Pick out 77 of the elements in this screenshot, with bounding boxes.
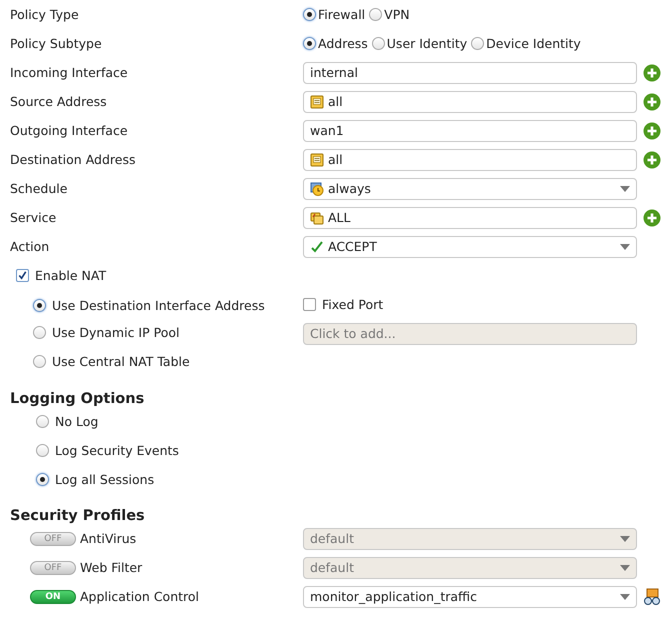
radio-option[interactable]: Address xyxy=(303,36,368,51)
field-value: all xyxy=(328,152,344,167)
radio-button[interactable] xyxy=(303,8,316,21)
dropdown[interactable]: default xyxy=(303,528,637,550)
input-field[interactable]: wan1 xyxy=(303,120,637,142)
radio-button[interactable] xyxy=(36,473,49,486)
radio-option[interactable]: VPN xyxy=(369,7,410,22)
field-value: monitor_application_traffic xyxy=(310,589,478,604)
caret-icon xyxy=(620,594,630,600)
section-title: Security Profiles xyxy=(10,507,146,524)
field-label: Source Address xyxy=(10,94,108,109)
radio-button[interactable] xyxy=(36,444,49,457)
field-label: Schedule xyxy=(10,181,68,196)
service-group-icon xyxy=(310,210,324,224)
field-value: all xyxy=(328,94,344,109)
add-icon[interactable] xyxy=(643,208,661,226)
radio-button[interactable] xyxy=(36,415,49,428)
input-field[interactable]: all xyxy=(303,148,637,170)
checkbox[interactable] xyxy=(16,269,29,282)
caret-icon xyxy=(620,564,630,570)
radio-button[interactable] xyxy=(372,37,385,50)
add-icon[interactable] xyxy=(643,92,661,110)
field-value: ACCEPT xyxy=(328,239,378,254)
dropdown[interactable]: default xyxy=(303,556,637,578)
add-icon[interactable] xyxy=(643,122,661,140)
section-title: Logging Options xyxy=(10,390,146,407)
checkbox-option[interactable]: Enable NAT xyxy=(16,268,637,283)
field-value: wan1 xyxy=(310,123,345,138)
radio-option[interactable]: Firewall xyxy=(303,7,366,22)
radio-option[interactable]: User Identity xyxy=(372,36,468,51)
add-icon[interactable] xyxy=(643,64,661,82)
field-value: internal xyxy=(310,65,359,80)
radio-option[interactable]: Use Destination Interface Address xyxy=(33,298,265,313)
checkmark-icon xyxy=(310,240,324,254)
add-icon[interactable] xyxy=(643,150,661,168)
radio-option[interactable]: Device Identity xyxy=(471,36,581,51)
checkbox-option[interactable]: Fixed Port xyxy=(303,297,637,312)
field-label: Incoming Interface xyxy=(10,65,129,80)
radio-option[interactable]: Use Central NAT Table xyxy=(33,354,190,369)
radio-button[interactable] xyxy=(33,326,46,339)
input-field[interactable]: all xyxy=(303,90,637,112)
radio-button[interactable] xyxy=(369,8,382,21)
dropdown[interactable]: ACCEPT xyxy=(303,236,637,258)
input-field[interactable]: ALL xyxy=(303,206,637,228)
caret-icon xyxy=(620,244,630,250)
field-label: Outgoing Interface xyxy=(10,123,129,138)
dropdown[interactable]: always xyxy=(303,178,637,200)
radio-option[interactable]: No Log xyxy=(36,414,637,429)
radio-button[interactable] xyxy=(471,37,484,50)
address-list-icon xyxy=(310,94,324,108)
dropdown[interactable]: monitor_application_traffic xyxy=(303,586,637,608)
radio-option[interactable]: Log all Sessions xyxy=(36,472,637,487)
radio-option[interactable]: Log Security Events xyxy=(36,443,637,458)
caret-icon xyxy=(620,186,630,192)
input-field[interactable]: Click to add... xyxy=(303,322,637,344)
field-value: ALL xyxy=(328,210,352,225)
field-label: Policy Type xyxy=(10,7,80,22)
field-label: Web Filter xyxy=(80,560,142,575)
field-label: Policy Subtype xyxy=(10,36,103,51)
field-value: default xyxy=(310,560,355,575)
address-list-icon xyxy=(310,152,324,166)
input-field[interactable]: internal xyxy=(303,62,637,84)
checkbox[interactable] xyxy=(303,298,316,311)
field-label: AntiVirus xyxy=(80,531,136,546)
field-label: Destination Address xyxy=(10,152,136,167)
field-label: Application Control xyxy=(80,589,200,604)
view-icon[interactable] xyxy=(643,588,661,606)
caret-icon xyxy=(620,536,630,542)
radio-option[interactable]: Use Dynamic IP Pool xyxy=(33,325,180,340)
field-value: default xyxy=(310,531,355,546)
clock-icon xyxy=(310,182,324,196)
field-label: Service xyxy=(10,210,58,225)
radio-button[interactable] xyxy=(33,299,46,312)
radio-button[interactable] xyxy=(303,37,316,50)
radio-button[interactable] xyxy=(33,355,46,368)
field-label: Action xyxy=(10,239,50,254)
field-value: always xyxy=(328,181,372,196)
